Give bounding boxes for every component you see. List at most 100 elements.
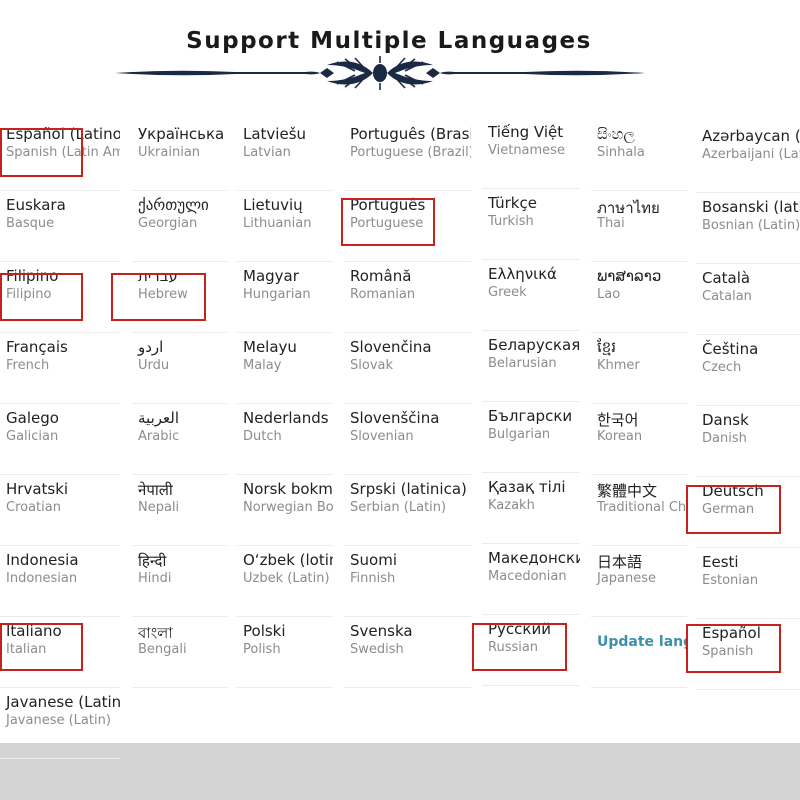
language-native-name: Português bbox=[350, 196, 426, 214]
language-option[interactable]: Tiếng Việt Vietnamese bbox=[482, 118, 580, 189]
ornament-divider-icon bbox=[115, 56, 645, 90]
language-option[interactable]: Javanese (Latin) Javanese (Latin) bbox=[0, 688, 120, 759]
language-english-name: Nepali bbox=[138, 500, 180, 515]
language-column-1: Español (Latinoamérica) Spanish (Latin Am… bbox=[0, 120, 120, 760]
language-english-name: Portuguese bbox=[350, 216, 424, 231]
language-option[interactable]: Suomi Finnish bbox=[344, 546, 471, 617]
language-option[interactable]: বাংলা Bengali bbox=[132, 617, 227, 688]
language-option[interactable]: Български Bulgarian bbox=[482, 402, 580, 473]
language-option[interactable]: Português (Brasil) Portuguese (Brazil) bbox=[344, 120, 471, 191]
language-option[interactable]: Slovenčina Slovak bbox=[344, 333, 471, 404]
language-option[interactable]: Català Catalan bbox=[696, 264, 800, 335]
language-option[interactable]: Galego Galician bbox=[0, 404, 120, 475]
language-option[interactable]: Melayu Malay bbox=[237, 333, 333, 404]
language-english-name: Macedonian bbox=[488, 569, 567, 584]
language-option[interactable]: नेपाली Nepali bbox=[132, 475, 227, 546]
language-option[interactable]: Euskara Basque bbox=[0, 191, 120, 262]
language-option[interactable]: Русский Russian bbox=[482, 615, 580, 686]
language-native-name: Galego bbox=[6, 409, 59, 427]
language-option[interactable]: Magyar Hungarian bbox=[237, 262, 333, 333]
language-option[interactable]: Azərbaycan (latın) Azerbaijani (Latin) bbox=[696, 122, 800, 193]
language-option[interactable]: Svenska Swedish bbox=[344, 617, 471, 688]
language-native-name: Türkçe bbox=[488, 194, 537, 212]
language-option[interactable]: සිංහල bbox=[132, 688, 227, 690]
language-option[interactable]: Türkçe Turkish bbox=[482, 189, 580, 260]
language-option[interactable]: Lietuvių Lithuanian bbox=[237, 191, 333, 262]
language-english-name: German bbox=[702, 502, 755, 517]
language-column-6: සිංහල Sinhala ภาษาไทย Thai ພາສາລາວ Lao ខ្មែរ Kh… bbox=[591, 120, 687, 690]
language-option[interactable]: Ελληνικά Greek bbox=[482, 260, 580, 331]
language-native-name: Українська bbox=[138, 125, 225, 143]
language-option[interactable]: ภาษาไทย Thai bbox=[591, 191, 687, 262]
language-english-name: Ukrainian bbox=[138, 145, 201, 160]
language-option[interactable]: Қазақ тілі Kazakh bbox=[482, 473, 580, 544]
language-native-name: Nederlands bbox=[243, 409, 329, 427]
language-option[interactable]: Français French bbox=[0, 333, 120, 404]
language-option[interactable]: Español Spanish bbox=[696, 619, 800, 690]
language-option[interactable]: עברית Hebrew bbox=[132, 262, 227, 333]
language-option[interactable]: සිංහල Sinhala bbox=[591, 120, 687, 191]
language-english-name: Portuguese (Brazil) bbox=[350, 145, 471, 160]
language-english-name: Polish bbox=[243, 642, 281, 657]
language-option[interactable]: Indonesia Indonesian bbox=[0, 546, 120, 617]
language-native-name: ქართული bbox=[138, 196, 209, 214]
language-native-name: Hrvatski bbox=[6, 480, 69, 498]
language-native-name: Update languages bbox=[597, 634, 687, 650]
language-native-name: Euskara bbox=[6, 196, 66, 214]
language-option[interactable]: O‘zbek (lotin) Uzbek (Latin) bbox=[237, 546, 333, 617]
language-english-name: Latvian bbox=[243, 145, 291, 160]
language-native-name: नेपाली bbox=[138, 481, 173, 499]
language-option[interactable]: Čeština Czech bbox=[696, 335, 800, 406]
language-option[interactable]: Eesti Estonian bbox=[696, 548, 800, 619]
language-native-name: ខ្មែរ bbox=[597, 338, 617, 356]
language-column-4: Português (Brasil) Portuguese (Brazil) Por… bbox=[344, 120, 471, 690]
language-option[interactable]: اردو Urdu bbox=[132, 333, 227, 404]
language-option[interactable]: Bosanski (latinica) Bosnian (Latin) bbox=[696, 193, 800, 264]
language-option[interactable]: Dansk Danish bbox=[696, 406, 800, 477]
language-native-name: Eesti bbox=[702, 553, 739, 571]
language-option[interactable]: Română Romanian bbox=[344, 262, 471, 333]
language-option[interactable]: Srpski (latinica) Serbian (Latin) bbox=[344, 475, 471, 546]
language-option[interactable]: 繁體中文Traditional Chinese bbox=[591, 475, 687, 546]
language-option[interactable]: Македонски Macedonian bbox=[482, 544, 580, 615]
language-english-name: Czech bbox=[702, 360, 742, 375]
language-english-name: Thai bbox=[597, 216, 625, 231]
language-native-name: Indonesia bbox=[6, 551, 79, 569]
language-option[interactable]: العربية Arabic bbox=[132, 404, 227, 475]
language-option[interactable]: Deutsch German bbox=[696, 477, 800, 548]
language-option[interactable]: Hrvatski Croatian bbox=[0, 475, 120, 546]
language-option[interactable]: 한국어 Korean bbox=[591, 404, 687, 475]
language-option[interactable]: Polski Polish bbox=[237, 617, 333, 688]
language-english-name: Bengali bbox=[138, 642, 187, 657]
language-english-name: Norwegian Bokmål bbox=[243, 500, 333, 515]
language-option[interactable]: Українська Ukrainian bbox=[132, 120, 227, 191]
language-option[interactable]: Slovenščina Slovenian bbox=[344, 404, 471, 475]
language-option[interactable]: Italiano Italian bbox=[0, 617, 120, 688]
language-english-name: Catalan bbox=[702, 289, 752, 304]
language-option[interactable]: ພາສາລາວ Lao bbox=[591, 262, 687, 333]
language-english-name: Croatian bbox=[6, 500, 61, 515]
language-option[interactable]: Беларуская Belarusian bbox=[482, 331, 580, 402]
page-title: Support Multiple Languages bbox=[186, 28, 592, 54]
language-option[interactable]: Português Portuguese bbox=[344, 191, 471, 262]
language-option[interactable]: Español (Latinoamérica) Spanish (Latin Am… bbox=[0, 120, 120, 191]
language-native-name: Ελληνικά bbox=[488, 265, 557, 283]
language-option[interactable]: Latviešu Latvian bbox=[237, 120, 333, 191]
language-english-name: Slovenian bbox=[350, 429, 414, 444]
language-option[interactable]: Filipino Filipino bbox=[0, 262, 120, 333]
language-english-name: Lithuanian bbox=[243, 216, 312, 231]
language-english-name: Hungarian bbox=[243, 287, 311, 302]
language-native-name: Català bbox=[702, 269, 751, 287]
language-option[interactable]: ქართული Georgian bbox=[132, 191, 227, 262]
language-english-name: Traditional Chinese bbox=[597, 500, 687, 515]
language-option[interactable]: Norsk bokmål Norwegian Bokmål bbox=[237, 475, 333, 546]
language-option[interactable]: हिन्दी Hindi bbox=[132, 546, 227, 617]
language-native-name: Қазақ тілі bbox=[488, 478, 566, 496]
language-native-name: Português (Brasil) bbox=[350, 125, 471, 143]
language-option[interactable]: Nederlands Dutch bbox=[237, 404, 333, 475]
language-native-name: Italiano bbox=[6, 622, 62, 640]
language-option[interactable]: ខ្មែរ Khmer bbox=[591, 333, 687, 404]
update-languages-link[interactable]: Update languages bbox=[591, 617, 687, 688]
language-english-name: Spanish (Latin America) bbox=[6, 145, 120, 160]
language-option[interactable]: 日本語 Japanese bbox=[591, 546, 687, 617]
